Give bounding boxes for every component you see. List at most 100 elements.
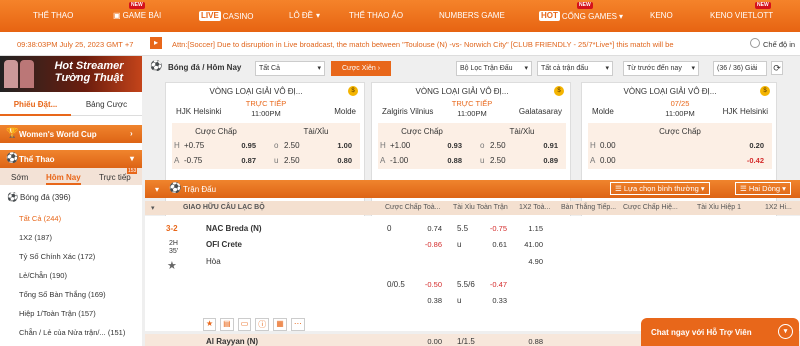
odds-cell[interactable]: 0.88: [432, 156, 462, 165]
selection-mode-label: Lựa chọn bình thường: [623, 184, 699, 193]
nav-live-casino[interactable]: LIVE CASINO: [199, 11, 253, 21]
nav-numbers-game[interactable]: NUMBERS GAME: [439, 11, 505, 20]
odds-cell[interactable]: 0.87: [226, 156, 256, 165]
nav-virtual-sports[interactable]: THỂ THAO ẢO: [349, 11, 403, 20]
league-count[interactable]: (36 / 36) Giải: [713, 61, 767, 76]
coin-icon: $: [760, 86, 770, 96]
sports-header[interactable]: ⚽ Thể Thao ▾: [0, 150, 142, 168]
nav-keno-vietlott[interactable]: NEW KENO VIETLOTT: [710, 2, 773, 20]
odds-cell[interactable]: 0.88: [521, 337, 543, 346]
column-header: Tài Xỉu Toàn Trận: [453, 204, 508, 211]
streamer-banner[interactable]: Hot Streamer Tường Thuật: [0, 56, 142, 92]
market-list-item[interactable]: Tỷ Số Chính Xác (172): [19, 252, 95, 261]
chart-icon[interactable]: ▦: [273, 318, 287, 331]
odds-cell[interactable]: 0.20: [732, 141, 764, 150]
total-line: 1/1.5: [457, 337, 475, 346]
print-mode-toggle[interactable]: [750, 38, 760, 48]
live-tv-icon[interactable]: ▭: [237, 318, 252, 331]
soccer-count-label: Bóng đá (396): [20, 193, 71, 202]
odds-cell[interactable]: 0.95: [226, 141, 256, 150]
odds-cell[interactable]: 4.90: [521, 257, 543, 266]
league-name: VÒNG LOẠI GIẢI VÔ ĐỊ...: [415, 87, 509, 96]
odds-cell[interactable]: 0.74: [420, 224, 442, 233]
collapse-icon[interactable]: ▾: [155, 185, 159, 194]
match-status: 07/25: [670, 99, 690, 108]
all-matches-select[interactable]: Tất cả trận đấu ▾: [537, 61, 613, 76]
chevron-down-icon: ▾: [691, 65, 695, 72]
stats-icon[interactable]: ▤: [220, 318, 234, 331]
tab-bet-list[interactable]: Bảng Cược: [71, 96, 142, 116]
nav-sports[interactable]: THỂ THAO: [33, 11, 73, 20]
favorite-star-icon[interactable]: ★: [167, 259, 177, 272]
chevron-down-icon[interactable]: ▾: [778, 324, 793, 339]
line-mode-select[interactable]: ☰ Hai Dòng ▾: [735, 182, 791, 195]
nav-label: THỂ THAO: [33, 11, 74, 20]
market-list-item[interactable]: Chẵn / Lẻ của Nửa trận/... (151): [19, 328, 125, 337]
odds-cell[interactable]: 0.80: [320, 156, 352, 165]
market-list-item[interactable]: Tổng Số Bàn Thắng (169): [19, 290, 106, 299]
page-title: Bóng đá / Hôm Nay: [168, 63, 242, 72]
column-header: Cược Chấp Hiệ...: [623, 204, 678, 211]
chevron-down-icon: ▾: [130, 154, 135, 163]
side-label: H: [174, 141, 180, 150]
selection-mode-select[interactable]: ☰ Lựa chọn bình thường ▾: [610, 182, 710, 195]
clock: 09:38:03PM July 25, 2023 GMT +7: [17, 40, 134, 49]
odds-cell[interactable]: 0.91: [526, 141, 558, 150]
odds-cell[interactable]: 1.00: [320, 141, 352, 150]
odds-cell[interactable]: 0.89: [526, 156, 558, 165]
odds-cell[interactable]: -0.47: [485, 280, 507, 289]
market-list-item[interactable]: Tất Cả (244): [19, 214, 61, 223]
odds-cell[interactable]: 41.00: [521, 240, 543, 249]
tab-bet-slip[interactable]: Phiếu Đặt...: [0, 96, 71, 116]
odds-cell[interactable]: 0.38: [420, 296, 442, 305]
market-list-item[interactable]: 1X2 (187): [19, 233, 52, 242]
soccer-category[interactable]: ⚽ Bóng đá (396): [0, 189, 142, 205]
odds-cell[interactable]: 0.00: [420, 337, 442, 346]
chat-widget[interactable]: Chat ngay với Hỗ Trợ Viên ▾: [641, 318, 799, 346]
odds-cell[interactable]: 0.33: [485, 296, 507, 305]
tab-early[interactable]: Sớm: [11, 173, 28, 182]
odds-cell[interactable]: -0.50: [420, 280, 442, 289]
soccer-ball-icon: ⚽: [150, 61, 163, 72]
handicap-line: 0: [387, 224, 392, 233]
nav-lottery[interactable]: LÔ ĐỀ ▾: [289, 11, 320, 20]
nav-card-games[interactable]: NEW ▣ GAME BÀI: [113, 2, 161, 20]
match-actions: ★ ▤ ▭ ⓘ ▦ ⋯: [203, 318, 305, 331]
odds-cell[interactable]: 1.15: [521, 224, 543, 233]
announcement-icon[interactable]: ▸: [150, 37, 162, 49]
odds-cell[interactable]: -0.86: [420, 240, 442, 249]
side-label: A: [380, 156, 386, 165]
market-list-item[interactable]: Lẻ/Chẵn (190): [19, 271, 67, 280]
match-filter-button[interactable]: Bộ Lọc Trận Đấu ▾: [456, 61, 532, 76]
total-line: 2.50: [490, 141, 506, 150]
nav-game-portal[interactable]: NEW HOT CỔNG GAMES ▾: [539, 2, 624, 21]
soccer-ball-icon: ⚽: [169, 183, 182, 194]
time-filter-select[interactable]: Từ trước đến nay ▾: [623, 61, 699, 76]
line-mode-label: Hai Dòng: [748, 184, 781, 193]
tab-live[interactable]: Trực tiếp: [99, 173, 131, 182]
column-header: 1X2 Hi...: [765, 204, 792, 211]
market-list-item[interactable]: Hiệp 1/Toàn Trận (157): [19, 309, 96, 318]
odds-cell[interactable]: -0.75: [485, 224, 507, 233]
more-icon[interactable]: ⋯: [290, 318, 305, 331]
collapse-icon[interactable]: ▾: [151, 204, 155, 212]
handicap-line: 0.00: [600, 141, 616, 150]
new-badge: NEW: [577, 2, 593, 9]
market-filter-select[interactable]: Tất Cả ▾: [255, 61, 325, 76]
odds-cell[interactable]: -0.42: [732, 156, 764, 165]
match-status: TRỰC TIẾP: [245, 99, 287, 108]
chevron-down-icon: ▾: [619, 11, 624, 21]
womens-world-cup-link[interactable]: 🏆 Women's World Cup ›: [0, 125, 142, 143]
tab-today[interactable]: Hôm Nay: [46, 173, 81, 185]
odds-cell[interactable]: 0.61: [485, 240, 507, 249]
time-tabs: Sớm Hôm Nay Trực tiếp 153: [0, 168, 142, 185]
column-header: Cược Chấp Toà...: [385, 204, 441, 211]
table-header: GIAO HỮU CÂU LẠC BỘ Cược Chấp Toà... Tài X…: [145, 201, 800, 215]
info-icon[interactable]: ⓘ: [255, 318, 270, 331]
odds-cell[interactable]: 0.93: [432, 141, 462, 150]
refresh-icon[interactable]: ⟳: [771, 61, 783, 75]
new-badge: NEW: [129, 2, 145, 9]
favorite-icon[interactable]: ★: [203, 318, 217, 331]
nav-keno[interactable]: KENO: [650, 11, 673, 20]
parlay-button[interactable]: Cược Xiên ›: [331, 61, 391, 76]
